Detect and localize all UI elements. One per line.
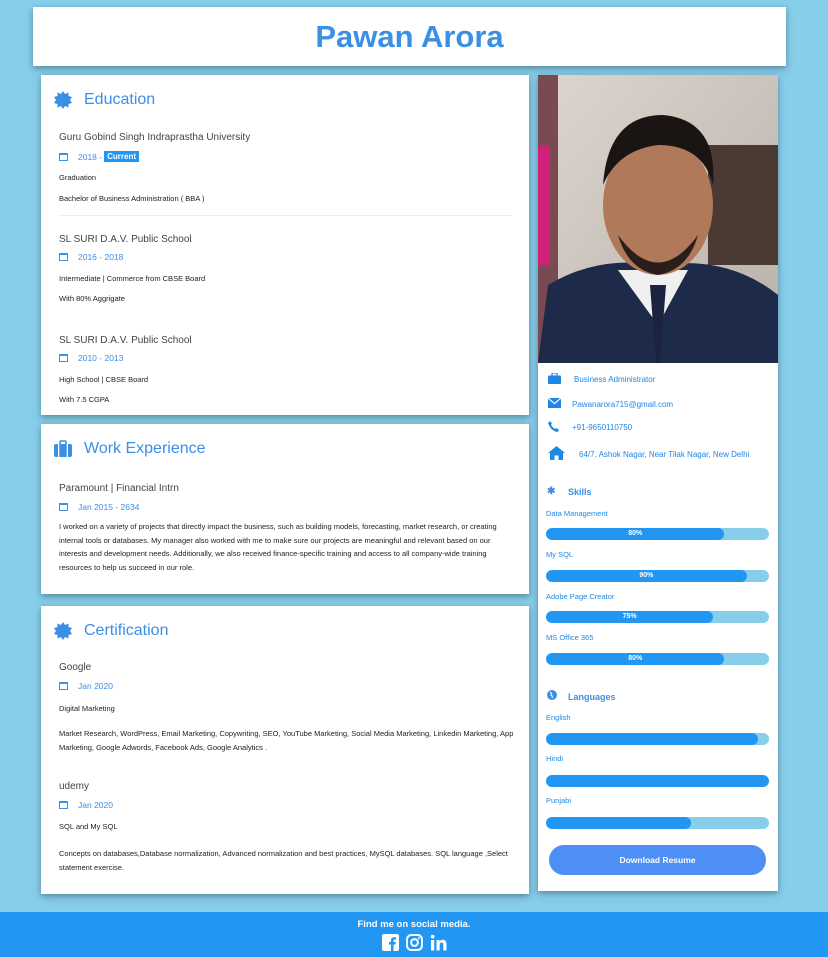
current-badge: Current xyxy=(104,151,139,162)
calendar-icon xyxy=(59,503,68,511)
envelope-icon xyxy=(547,397,562,410)
facebook-icon[interactable] xyxy=(381,934,399,951)
skill-name: My SQL xyxy=(546,550,574,559)
skill-fill: 75% xyxy=(546,611,714,623)
language-bar xyxy=(546,817,769,829)
skill-name: Data Management xyxy=(546,509,608,518)
skills-heading: ✱ Skills xyxy=(547,486,592,497)
phone-icon xyxy=(548,421,562,434)
education-date: 2010 - 2013 xyxy=(59,353,123,363)
email-text: Pawanarora715@gmail.com xyxy=(572,399,674,409)
download-resume-button[interactable]: Download Resume xyxy=(549,845,766,875)
calendar-icon xyxy=(59,253,68,261)
skill-bar: 90% xyxy=(546,570,769,582)
calendar-icon xyxy=(59,152,68,161)
language-fill xyxy=(546,733,758,745)
education-degree: High School | CBSE Board xyxy=(59,375,149,384)
calendar-icon xyxy=(59,801,68,809)
skill-bar: 75% xyxy=(546,611,769,623)
profile-photo xyxy=(538,75,778,363)
education-school: Guru Gobind Singh Indraprastha Universit… xyxy=(59,132,251,143)
phone-text: +91-9650110750 xyxy=(572,423,633,432)
language-name: Punjabi xyxy=(546,796,572,805)
calendar-icon xyxy=(59,354,68,362)
globe-icon xyxy=(547,690,559,703)
education-date: 2016 - 2018 xyxy=(59,252,123,262)
instagram-icon[interactable] xyxy=(405,934,423,951)
footer-text: Find me on social media. xyxy=(357,919,471,930)
work-date: Jan 2015 - 2634 xyxy=(59,502,139,512)
language-bar xyxy=(546,775,769,787)
cert-description: Market Research, WordPress, Email Market… xyxy=(59,729,514,752)
skill-bar: 80% xyxy=(546,528,769,540)
skill-bar: 80% xyxy=(546,653,769,665)
header-card: Pawan Arora xyxy=(33,7,786,66)
education-heading: Education xyxy=(53,90,155,110)
home-icon xyxy=(548,446,565,462)
briefcase-icon xyxy=(53,439,73,459)
cert-provider: udemy xyxy=(59,781,90,792)
language-bar xyxy=(546,733,769,745)
asterisk-icon: ✱ xyxy=(547,486,556,497)
skill-fill: 90% xyxy=(546,570,747,582)
certification-heading: Certification xyxy=(53,621,168,641)
education-school: SL SURI D.A.V. Public School xyxy=(59,234,192,245)
calendar-icon xyxy=(59,682,68,690)
cert-course: SQL and My SQL xyxy=(59,822,118,831)
address-text: 64/7, Ashok Nagar, Near Tilak Nagar, New… xyxy=(579,449,750,459)
date-text: Jan 2015 - 2634 xyxy=(78,502,140,512)
contact-role: Business Administrator xyxy=(548,372,656,386)
education-school: SL SURI D.A.V. Public School xyxy=(59,335,192,346)
contact-email[interactable]: Pawanarora715@gmail.com xyxy=(547,397,674,410)
badge-icon xyxy=(53,621,73,641)
skill-fill: 80% xyxy=(546,653,725,665)
date-text: Jan 2020 xyxy=(78,800,113,810)
cert-date: Jan 2020 xyxy=(59,800,113,810)
language-name: Hindi xyxy=(546,754,564,763)
language-fill xyxy=(546,817,691,829)
skill-fill: 80% xyxy=(546,528,725,540)
contact-address: 64/7, Ashok Nagar, Near Tilak Nagar, New… xyxy=(548,446,749,462)
page-title: Pawan Arora xyxy=(315,19,504,54)
social-icons xyxy=(0,934,828,951)
work-heading: Work Experience xyxy=(53,439,206,459)
footer: Find me on social media. xyxy=(0,912,828,957)
divider xyxy=(59,215,512,216)
contact-phone[interactable]: +91-9650110750 xyxy=(548,421,632,434)
sidebar-card: Business Administrator Pawanarora715@gma… xyxy=(538,75,778,891)
education-degree: Graduation xyxy=(59,173,97,182)
skills-title: Skills xyxy=(568,486,592,497)
education-detail: Bachelor of Business Administration ( BB… xyxy=(59,194,205,203)
language-name: English xyxy=(546,713,571,722)
skill-name: MS Office 365 xyxy=(546,633,594,642)
role-text: Business Administrator xyxy=(574,375,656,384)
badge-icon xyxy=(53,90,73,110)
skill-name: Adobe Page Creator xyxy=(546,592,615,601)
cert-description: Concepts on databases,Database normaliza… xyxy=(59,849,508,872)
cert-provider: Google xyxy=(59,662,92,673)
certification-card: Certification Google Jan 2020 Digital Ma… xyxy=(41,606,529,894)
work-card: Work Experience Paramount | Financial In… xyxy=(41,424,529,594)
briefcase-icon xyxy=(548,372,562,386)
education-date: 2018 - Current xyxy=(59,151,139,162)
date-text: 2018 - xyxy=(78,151,103,162)
date-text: 2010 - 2013 xyxy=(78,353,124,363)
education-degree: Intermediate | Commerce from CBSE Board xyxy=(59,274,206,283)
languages-title: Languages xyxy=(568,691,616,702)
date-text: Jan 2020 xyxy=(78,681,113,691)
education-card: Education Guru Gobind Singh Indraprastha… xyxy=(41,75,529,415)
work-description: I worked on a variety of projects that d… xyxy=(59,522,497,572)
cert-date: Jan 2020 xyxy=(59,681,113,691)
languages-heading: Languages xyxy=(547,690,616,703)
education-detail: With 80% Aggrigate xyxy=(59,294,125,303)
work-company: Paramount | Financial Intrn xyxy=(59,483,179,494)
language-fill xyxy=(546,775,769,787)
cert-course: Digital Marketing xyxy=(59,704,115,713)
certification-title: Certification xyxy=(84,622,169,639)
education-detail: With 7.5 CGPA xyxy=(59,395,110,404)
education-title: Education xyxy=(84,91,156,108)
linkedin-icon[interactable] xyxy=(430,934,447,951)
date-text: 2016 - 2018 xyxy=(78,252,124,262)
work-title: Work Experience xyxy=(84,440,206,457)
